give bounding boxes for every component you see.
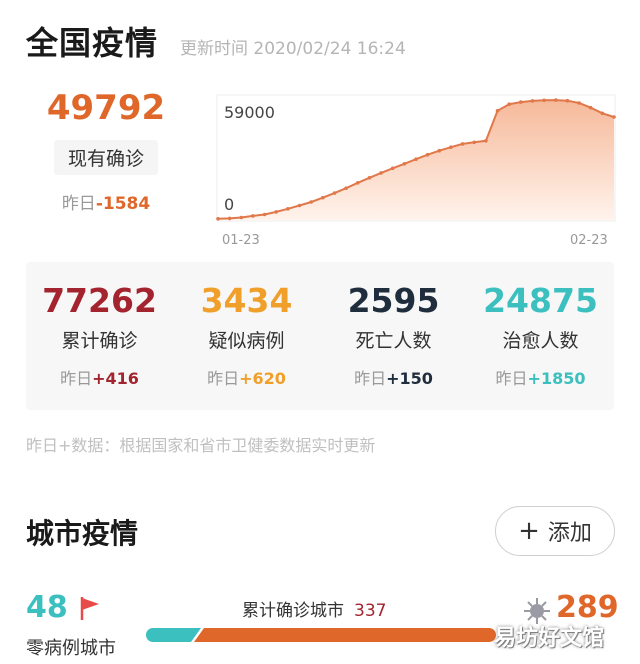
delta-value: +416	[92, 369, 139, 388]
delta-value: -1584	[95, 194, 151, 214]
chart-point	[449, 145, 453, 149]
x-start-label: 01-23	[222, 233, 260, 248]
overview-panel: 49792 现有确诊 昨日-1584 59000 0 01-23 02-23	[26, 86, 616, 256]
chart-point	[239, 215, 244, 220]
chart-point	[274, 210, 278, 214]
chart-point	[554, 98, 558, 102]
chart-point	[460, 142, 465, 146]
chart-point	[495, 109, 500, 113]
chart-point	[262, 212, 267, 217]
current-confirmed-delta: 昨日-1584	[26, 189, 186, 214]
chart-point	[519, 100, 523, 104]
y-max-label: 59000	[224, 103, 275, 122]
chart-point	[588, 105, 593, 110]
chart-point	[414, 157, 418, 161]
chart-point	[425, 152, 430, 157]
stat-label: 累计确诊	[61, 330, 138, 352]
current-confirmed-box: 49792 现有确诊 昨日-1584	[26, 86, 186, 214]
plus-icon: +	[518, 516, 540, 546]
cumulative-cities-value: 337	[354, 601, 387, 621]
stat-total-confirmed[interactable]: 77262 累计确诊 昨日+416	[26, 262, 173, 410]
chart-point	[297, 203, 302, 208]
stat-label: 疑似病例	[208, 330, 285, 352]
progress-zero-segment	[146, 628, 201, 642]
chart-point	[309, 200, 313, 204]
stat-delta: 昨日+416	[26, 365, 173, 389]
chart-point	[367, 176, 372, 180]
current-confirmed-number: 49792	[46, 88, 166, 128]
add-button-label: 添加	[547, 521, 592, 546]
y-min-label: 0	[224, 195, 234, 214]
delta-prefix: 昨日	[60, 369, 93, 388]
chart-point	[565, 98, 570, 103]
delta-value: +1850	[527, 369, 586, 388]
zero-case-number: 48	[26, 590, 68, 625]
chart-point	[530, 99, 535, 103]
chart-point	[390, 166, 395, 171]
chart-point	[600, 111, 605, 116]
flag-icon	[80, 596, 99, 620]
chart-point	[356, 181, 360, 185]
delta-prefix: 昨日	[495, 369, 528, 388]
watermark: 易坊好文馆	[494, 626, 605, 651]
delta-prefix: 昨日	[354, 369, 387, 388]
chart-point	[344, 186, 348, 190]
chart-point	[286, 207, 290, 211]
chart-point	[251, 214, 255, 218]
stats-panel: 77262 累计确诊 昨日+416 3434 疑似病例 昨日+620 2595 …	[26, 262, 614, 410]
stat-number: 77262	[42, 281, 157, 320]
city-progress-bar	[146, 628, 496, 642]
cumulative-cities: 累计确诊城市 337	[242, 596, 386, 621]
stat-label: 死亡人数	[355, 330, 432, 352]
chart-point	[227, 216, 232, 221]
x-end-label: 02-23	[570, 233, 608, 248]
add-city-button[interactable]: + 添加	[495, 506, 615, 556]
chart-point	[472, 140, 477, 145]
delta-value: +620	[239, 369, 286, 388]
chart-point	[402, 162, 407, 166]
data-source-note: 昨日+数据：根据国家和省市卫健委数据实时更新	[26, 436, 376, 455]
zero-case-cities[interactable]: 48 零病例城市	[26, 590, 116, 659]
stat-suspected[interactable]: 3434 疑似病例 昨日+620	[173, 262, 320, 410]
delta-prefix: 昨日	[61, 194, 96, 214]
page-title: 全国疫情	[26, 24, 159, 62]
chart-point	[612, 115, 616, 119]
chart-point	[216, 217, 220, 221]
stat-number: 24875	[483, 281, 598, 320]
chart-point	[379, 171, 383, 175]
chart-point	[507, 102, 512, 106]
stat-delta: 昨日+620	[173, 365, 320, 389]
stat-deaths[interactable]: 2595 死亡人数 昨日+150	[320, 262, 467, 410]
trend-chart[interactable]: 59000 0 01-23 02-23	[216, 94, 616, 252]
city-section-title: 城市疫情	[26, 517, 139, 550]
chart-point	[484, 139, 488, 143]
zero-case-label: 零病例城市	[26, 638, 116, 659]
update-time: 更新时间 2020/02/24 16:24	[180, 39, 406, 59]
stat-recovered[interactable]: 24875 治愈人数 昨日+1850	[467, 262, 614, 410]
cumulative-cities-label: 累计确诊城市	[242, 601, 344, 621]
chart-point	[577, 101, 581, 105]
chart-point	[332, 191, 337, 195]
stat-label: 治愈人数	[502, 330, 579, 352]
stat-number: 2595	[347, 281, 440, 320]
delta-value: +150	[386, 369, 433, 388]
trend-chart-svg: 59000 0 01-23 02-23	[216, 94, 616, 248]
chart-point	[437, 148, 442, 153]
stat-number: 3434	[200, 281, 293, 320]
chart-point	[542, 98, 546, 103]
current-confirmed-label: 现有确诊	[53, 140, 158, 175]
page-header: 全国疫情 更新时间 2020/02/24 16:24	[26, 18, 406, 64]
progress-rest-segment	[194, 628, 496, 642]
delta-prefix: 昨日	[207, 369, 240, 388]
stat-delta: 昨日+150	[320, 365, 467, 389]
chart-point	[321, 195, 325, 200]
stat-delta: 昨日+1850	[467, 365, 614, 389]
